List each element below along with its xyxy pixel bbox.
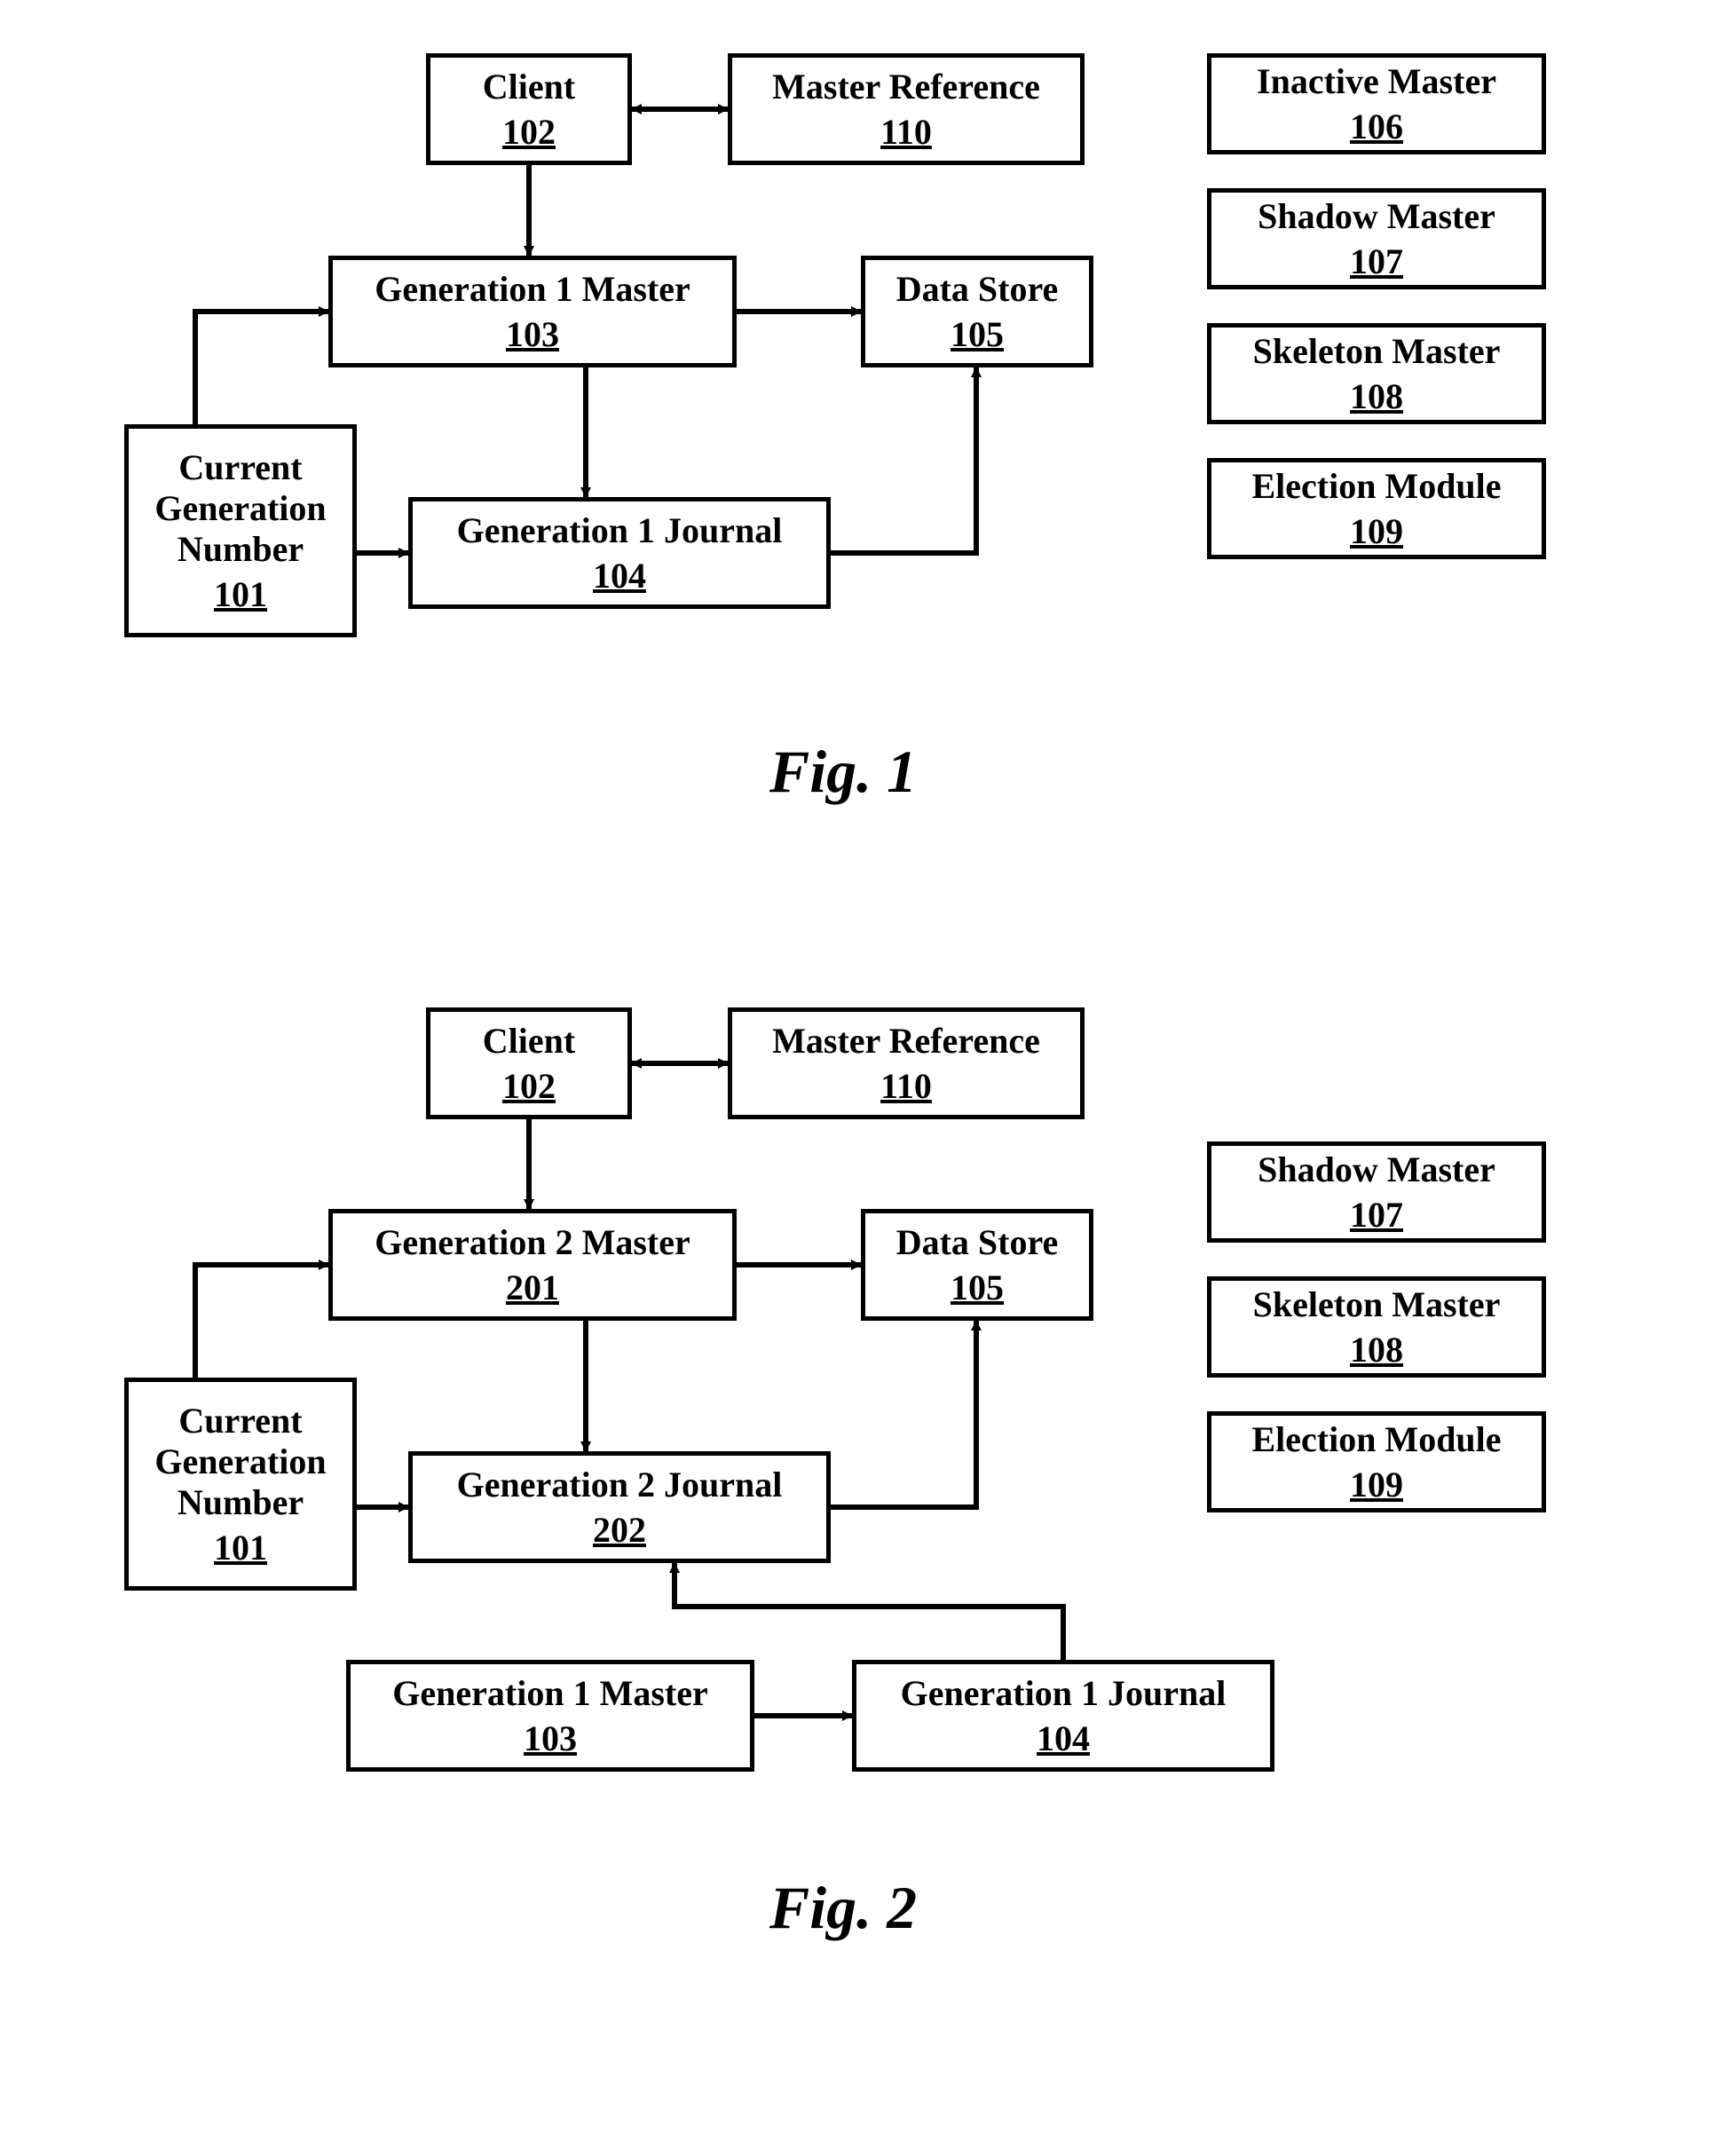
fig1-skeleton-master-title: Skeleton Master [1253,331,1501,372]
fig2-cur-gen-ref: 101 [214,1527,267,1568]
fig1-data-store-ref: 105 [951,313,1004,355]
fig1-shadow-master-title: Shadow Master [1258,196,1495,237]
fig1-skeleton-master-ref: 108 [1350,375,1403,417]
fig1-master-ref-title: Master Reference [772,67,1040,107]
fig1-gen1-journal-ref: 104 [593,555,646,596]
fig2-shadow-master-title: Shadow Master [1258,1149,1495,1190]
fig1-election-module-title: Election Module [1251,466,1501,507]
fig2-shadow-master-box: Shadow Master 107 [1207,1141,1546,1243]
fig1-client-box: Client 102 [426,53,632,165]
fig2-arrow-gen2journal-datastore [831,1321,976,1507]
fig2-shadow-master-ref: 107 [1350,1194,1403,1236]
fig2-gen2-master-title: Generation 2 Master [375,1222,690,1263]
fig1-client-ref: 102 [502,111,556,153]
fig2-gen2-journal-box: Generation 2 Journal 202 [408,1451,831,1563]
fig2-cur-gen-box: Current Generation Number 101 [124,1378,357,1591]
fig2-client-title: Client [483,1021,575,1062]
fig1-master-ref-ref: 110 [880,111,932,153]
fig1-cur-gen-ref: 101 [214,573,267,615]
fig1-shadow-master-box: Shadow Master 107 [1207,188,1546,289]
fig1-cur-gen-title: Current Generation Number [154,447,326,570]
fig2-gen1-master-ref: 103 [524,1718,577,1759]
fig2-skeleton-master-title: Skeleton Master [1253,1284,1501,1325]
fig1-master-ref-box: Master Reference 110 [728,53,1085,165]
fig1-election-module-ref: 109 [1350,510,1403,552]
fig1-cur-gen-box: Current Generation Number 101 [124,424,357,637]
fig1-gen1-journal-title: Generation 1 Journal [457,510,783,551]
fig2-arrow-curgen-gen2master [195,1265,328,1378]
fig1-data-store-title: Data Store [896,269,1059,310]
fig2-election-module-title: Election Module [1251,1419,1501,1460]
fig1-arrow-curgen-gen1master [195,312,328,424]
fig2-master-ref-ref: 110 [880,1065,932,1107]
fig2-arrow-gen1journal-gen2journal [675,1563,1063,1660]
fig2-data-store-box: Data Store 105 [861,1209,1093,1321]
fig2-gen2-journal-title: Generation 2 Journal [457,1465,783,1505]
fig1-gen1-master-box: Generation 1 Master 103 [328,256,737,367]
fig2-gen2-master-ref: 201 [506,1267,559,1308]
fig1-gen1-master-ref: 103 [506,313,559,355]
fig1-skeleton-master-box: Skeleton Master 108 [1207,323,1546,424]
fig2-gen1-master-title: Generation 1 Master [392,1673,707,1714]
fig1-arrow-gen1journal-datastore [831,367,976,553]
fig1-data-store-box: Data Store 105 [861,256,1093,367]
fig2-master-ref-box: Master Reference 110 [728,1007,1085,1119]
fig2-master-ref-title: Master Reference [772,1021,1040,1062]
fig2-election-module-box: Election Module 109 [1207,1411,1546,1512]
fig2-gen1-master-box: Generation 1 Master 103 [346,1660,754,1772]
fig1-inactive-master-title: Inactive Master [1257,61,1496,102]
fig2-skeleton-master-ref: 108 [1350,1329,1403,1370]
fig2-caption: Fig. 2 [710,1873,976,1943]
fig1-client-title: Client [483,67,575,107]
fig2-data-store-ref: 105 [951,1267,1004,1308]
fig2-data-store-title: Data Store [896,1222,1059,1263]
fig2-gen1-journal-ref: 104 [1037,1718,1090,1759]
fig1-inactive-master-box: Inactive Master 106 [1207,53,1546,154]
fig2-gen1-journal-box: Generation 1 Journal 104 [852,1660,1274,1772]
fig2-gen2-journal-ref: 202 [593,1509,646,1551]
fig2-gen1-journal-title: Generation 1 Journal [901,1673,1227,1714]
fig1-shadow-master-ref: 107 [1350,241,1403,282]
fig2-skeleton-master-box: Skeleton Master 108 [1207,1276,1546,1378]
fig2-cur-gen-title: Current Generation Number [154,1401,326,1523]
fig2-gen2-master-box: Generation 2 Master 201 [328,1209,737,1321]
fig2-election-module-ref: 109 [1350,1464,1403,1505]
fig1-gen1-master-title: Generation 1 Master [375,269,690,310]
fig2-client-ref: 102 [502,1065,556,1107]
fig1-gen1-journal-box: Generation 1 Journal 104 [408,497,831,609]
fig1-election-module-box: Election Module 109 [1207,458,1546,559]
fig2-client-box: Client 102 [426,1007,632,1119]
diagram-page: Client 102 Master Reference 110 Generati… [0,0,1712,2156]
fig1-inactive-master-ref: 106 [1350,106,1403,147]
fig1-caption: Fig. 1 [710,737,976,807]
